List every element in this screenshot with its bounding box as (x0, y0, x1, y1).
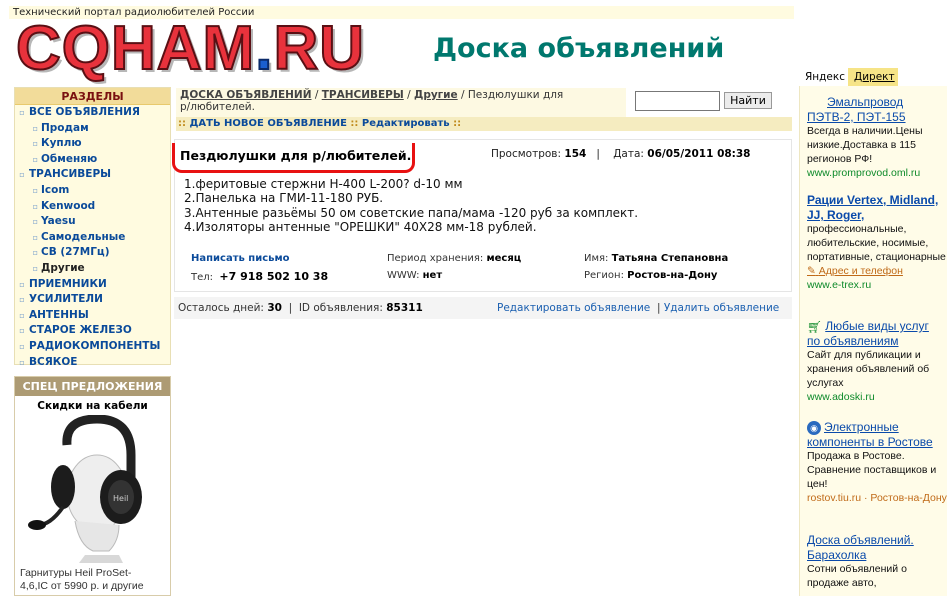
site-logo[interactable]: CQHAM.RU (15, 15, 365, 83)
bullet-icon: ▫ (32, 248, 38, 258)
ad-line: 4.Изоляторы антенные "ОРЕШКИ" 40Х28 мм-1… (184, 219, 537, 234)
bullet-icon: ▫ (32, 123, 38, 133)
sidebar-item-13[interactable]: ▫ АНТЕННЫ (15, 308, 170, 324)
delete-ad-link[interactable]: Удалить объявление (664, 302, 779, 314)
offer-heading[interactable]: Скидки на кабели (15, 400, 170, 412)
ad-body: 1.феритовые стержни Н-400 L-200? d-10 мм… (184, 177, 638, 234)
bullet-icon: ▫ (32, 217, 38, 227)
views-count: 154 (564, 148, 587, 160)
sidebar-item-16[interactable]: ▫ ВСЯКОЕ (15, 355, 170, 371)
bullet-icon: ▫ (19, 357, 25, 367)
special-offers-panel: СПЕЦ ПРЕДЛОЖЕНИЯ Скидки на кабели Heil Г… (14, 376, 171, 596)
context-ad[interactable]: 🛒︎ Любые виды услуг по объявлениям Сайт д… (807, 319, 947, 404)
page-title: Доска объявлений (433, 33, 725, 64)
context-ad[interactable]: Доска объявлений. Барахолка Сотни объявл… (807, 533, 947, 591)
sidebar-item-4[interactable]: ▫ ТРАНСИВЕРЫ (15, 167, 170, 183)
tab-yandex[interactable]: Яндекс (800, 68, 848, 86)
context-ad[interactable]: Рации Vertex, Midland, JJ, Roger, профес… (807, 193, 947, 292)
sidebar-item-10[interactable]: ▫ Другие (15, 261, 170, 277)
sidebar-item-9[interactable]: ▫ CB (27МГц) (15, 245, 170, 261)
breadcrumb-other[interactable]: Другие (414, 89, 458, 101)
bullet-icon: ▫ (19, 170, 25, 180)
phone-field: Тел: +7 918 502 10 38 (191, 270, 329, 283)
sidebar-item-2[interactable]: ▫ Куплю (15, 136, 170, 152)
sidebar-item-6[interactable]: ▫ Kenwood (15, 199, 170, 215)
new-ad-link[interactable]: ДАТЬ НОВОЕ ОБЪЯВЛЕНИЕ (189, 118, 346, 129)
bullet-icon: ▫ (32, 201, 38, 211)
sections-list: ▫ ВСЕ ОБЪЯВЛЕНИЯ ▫ Продам ▫ Куплю ▫ Обменяю ▫ ТРА… (15, 105, 170, 370)
globe-icon: ◉ (807, 421, 821, 436)
ad-id: 85311 (386, 302, 423, 314)
context-ad[interactable]: Эмальпровод ПЭТВ-2, ПЭТ-155 Всегда в нал… (807, 95, 947, 180)
sidebar-item-11[interactable]: ▫ ПРИЕМНИКИ (15, 277, 170, 293)
sidebar-item-8[interactable]: ▫ Самодельные (15, 230, 170, 246)
tab-direct[interactable]: Директ (848, 68, 898, 86)
cart-icon: 🛒︎ (807, 320, 823, 335)
breadcrumb-board[interactable]: ДОСКА ОБЪЯВЛЕНИЙ (180, 89, 312, 101)
ad-line: 3.Антенные разьёмы 50 ом советские папа/… (184, 205, 639, 220)
breadcrumb-current-cont: р/любителей. (180, 101, 255, 113)
ad-date: 06/05/2011 08:38 (647, 148, 751, 160)
breadcrumb-current: Пездюлушки для (467, 89, 564, 101)
bullet-icon: ▫ (19, 326, 25, 336)
sidebar-item-14[interactable]: ▫ СТАРОЕ ЖЕЛЕЗО (15, 323, 170, 339)
sidebar-item-3[interactable]: ▫ Обменяю (15, 152, 170, 168)
bullet-icon: ▫ (32, 185, 38, 195)
bullet-icon: ▫ (32, 139, 38, 149)
sidebar-item-12[interactable]: ▫ УСИЛИТЕЛИ (15, 292, 170, 308)
ad-meta: Просмотров: 154 | Дата: 06/05/2011 08:38 (491, 148, 751, 160)
bullet-icon: ▫ (19, 279, 25, 289)
special-offers-title: СПЕЦ ПРЕДЛОЖЕНИЯ (15, 377, 170, 396)
search-input[interactable] (635, 91, 720, 111)
sidebar-item-1[interactable]: ▫ Продам (15, 121, 170, 137)
days-left: 30 (267, 302, 282, 314)
context-ad[interactable]: ◉ Электронные компоненты в Ростове Продаж… (807, 420, 947, 505)
bullet-icon: ▫ (32, 154, 38, 164)
ad-footer: Осталось дней: 30 | ID объявления: 85311… (174, 297, 792, 319)
bullet-icon: ▫ (19, 341, 25, 351)
bullet-icon: ▫ (19, 295, 25, 305)
sections-panel: РАЗДЕЛЫ ▫ ВСЕ ОБЪЯВЛЕНИЯ ▫ Продам ▫ Куплю ▫ Обм… (14, 87, 171, 368)
write-email-link[interactable]: Написать письмо (191, 253, 290, 264)
pencil-icon: ✎ (807, 265, 816, 278)
period-field: Период хранения: месяц (387, 253, 522, 264)
region-field: Регион: Ростов-на-Дону (584, 270, 718, 281)
search-button[interactable]: Найти (724, 92, 772, 109)
bullet-icon: ▫ (19, 108, 25, 117)
breadcrumb-transceivers[interactable]: ТРАНСИВЕРЫ (322, 89, 404, 101)
sidebar-item-7[interactable]: ▫ Yaesu (15, 214, 170, 230)
sections-title: РАЗДЕЛЫ (15, 88, 170, 105)
ad-line: 2.Панелька на ГМИ-11-180 РУБ. (184, 191, 384, 206)
ad-title: Пездюлушки для р/любителей. (180, 148, 412, 163)
edit-link[interactable]: Редактировать (362, 118, 450, 129)
name-field: Имя: Татьяна Степановна (584, 253, 729, 264)
bullet-icon: ▫ (32, 232, 38, 242)
ad-actions-bar: :: ДАТЬ НОВОЕ ОБЪЯВЛЕНИЕ :: Редактироват… (176, 117, 792, 131)
headset-image[interactable]: Heil (27, 415, 161, 563)
bullet-icon: ▫ (32, 263, 38, 273)
sidebar-item-0[interactable]: ▫ ВСЕ ОБЪЯВЛЕНИЯ (15, 105, 170, 121)
breadcrumb: ДОСКА ОБЪЯВЛЕНИЙ / ТРАНСИВЕРЫ / Другие /… (176, 88, 626, 118)
ad-line: 1.феритовые стержни Н-400 L-200? d-10 мм (184, 177, 463, 191)
offer-caption[interactable]: Гарнитуры Heil ProSet- 4,6,IC от 5990 р. … (20, 567, 144, 593)
sidebar-item-5[interactable]: ▫ Icom (15, 183, 170, 199)
sidebar-item-15[interactable]: ▫ РАДИОКОМПОНЕНТЫ (15, 339, 170, 355)
svg-text:Heil: Heil (113, 494, 128, 503)
www-field: WWW: нет (387, 270, 443, 281)
address-link: ✎ Адрес и телефон (807, 265, 903, 278)
bullet-icon: ▫ (19, 310, 25, 320)
context-ads: Эмальпровод ПЭТВ-2, ПЭТ-155 Всегда в нал… (799, 86, 947, 596)
edit-ad-link[interactable]: Редактировать объявление (497, 302, 650, 314)
